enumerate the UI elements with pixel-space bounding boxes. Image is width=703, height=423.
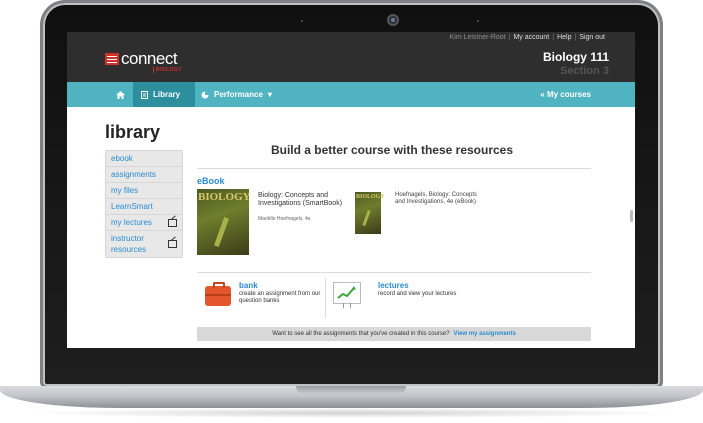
nav-home[interactable] (107, 82, 133, 107)
separator: | (508, 34, 511, 41)
page-title: library (105, 122, 161, 142)
course-title: Biology 111 (542, 50, 609, 64)
divider (197, 168, 591, 169)
laptop-shadow (20, 408, 683, 418)
toolbox-icon[interactable] (205, 282, 231, 306)
my-courses-link[interactable]: « My courses (540, 82, 591, 107)
book-title-smartbook[interactable]: Biology: Concepts and Investigations (Sm… (258, 192, 346, 208)
screen: Kim Leistner-Root | My account | Help | … (67, 32, 635, 348)
sidebar-item-instructor-resources[interactable]: instructor resources (106, 231, 182, 257)
book-cover-ebook[interactable]: BIOLOGY (355, 192, 385, 234)
nav-performance-tab[interactable]: Performance ▾ (201, 82, 272, 107)
webcam-icon (387, 14, 399, 26)
sign-out-link[interactable]: Sign out (579, 34, 605, 41)
camera-sensor-right (477, 20, 479, 22)
sidebar-item-ebook[interactable]: ebook (106, 151, 182, 167)
logo-subtitle: BIOLOGY (153, 67, 182, 73)
banner-text: Want to see all the assignments that you… (272, 331, 450, 337)
sidebar-item-learnsmart[interactable]: LearnSmart (106, 199, 182, 215)
sidebar-item-label: LearnSmart (111, 202, 153, 211)
external-link-icon (168, 218, 177, 227)
course-section: Section 3 (560, 65, 609, 77)
separator: | (574, 34, 577, 41)
divider (325, 278, 326, 318)
easel-stand (343, 303, 351, 308)
book-cover-title: BIOLOGY (198, 191, 251, 203)
separator: | (552, 34, 555, 41)
external-link-icon (168, 240, 177, 248)
view-my-assignments-link[interactable]: View my assignments (454, 331, 516, 337)
mcgraw-hill-logo-icon (105, 53, 119, 65)
lectures-link[interactable]: lectures (378, 281, 409, 290)
ebook-section-label: eBook (197, 176, 225, 186)
sidebar-item-my-lectures[interactable]: my lectures (106, 215, 182, 231)
sidebar-item-label: ebook (111, 154, 133, 163)
book-cover-smartbook[interactable]: BIOLOGY (197, 189, 251, 255)
scrollbar-thumb[interactable] (630, 210, 633, 222)
section-headline: Build a better course with these resourc… (270, 143, 514, 157)
document-icon (141, 90, 148, 99)
laptop-notch (296, 386, 406, 394)
mantis-illustration (214, 217, 229, 247)
book-cover-title: BIOLOGY (356, 194, 385, 200)
pie-chart-icon (201, 91, 209, 98)
sidebar-item-assignments[interactable]: assignments (106, 167, 182, 183)
chevron-down-icon: ▾ (267, 90, 272, 99)
book-title-ebook[interactable]: Hoefnagels, Biology: Concepts and Invest… (395, 192, 485, 206)
logo-text: connect (121, 49, 178, 68)
nav-performance-label: Performance (214, 90, 263, 99)
help-link[interactable]: Help (557, 34, 571, 41)
camera-sensor-left (301, 20, 303, 22)
account-links: Kim Leistner-Root | My account | Help | … (450, 34, 605, 41)
library-sidebar: ebook assignments my files LearnSmart my… (105, 150, 183, 258)
nav-library-label: Library (153, 90, 181, 99)
bank-description: create an assignment from our question b… (239, 291, 321, 304)
sidebar-item-my-files[interactable]: my files (106, 183, 182, 199)
presentation-chart-icon[interactable] (333, 282, 361, 304)
book-author: Mariëlle Hoefnagels, 4e (258, 216, 311, 222)
user-name: Kim Leistner-Root (449, 34, 506, 41)
assignments-banner: Want to see all the assignments that you… (197, 327, 591, 341)
mantis-illustration (362, 209, 371, 227)
connect-logo[interactable]: connect BIOLOGY (105, 49, 181, 73)
nav-library-tab[interactable]: Library (133, 82, 195, 107)
sidebar-item-label: assignments (111, 170, 156, 179)
home-icon (115, 90, 125, 99)
bank-link[interactable]: bank (239, 281, 258, 290)
divider (197, 272, 591, 273)
sidebar-item-label: my lectures (111, 218, 152, 227)
sidebar-item-label: my files (111, 186, 139, 195)
sidebar-item-label: instructor resources (111, 234, 147, 254)
header-bar: Kim Leistner-Root | My account | Help | … (67, 32, 635, 82)
my-account-link[interactable]: My account (513, 34, 549, 41)
main-nav: Library Performance ▾ « My courses (67, 82, 635, 107)
lectures-description: record and view your lectures (378, 291, 457, 297)
